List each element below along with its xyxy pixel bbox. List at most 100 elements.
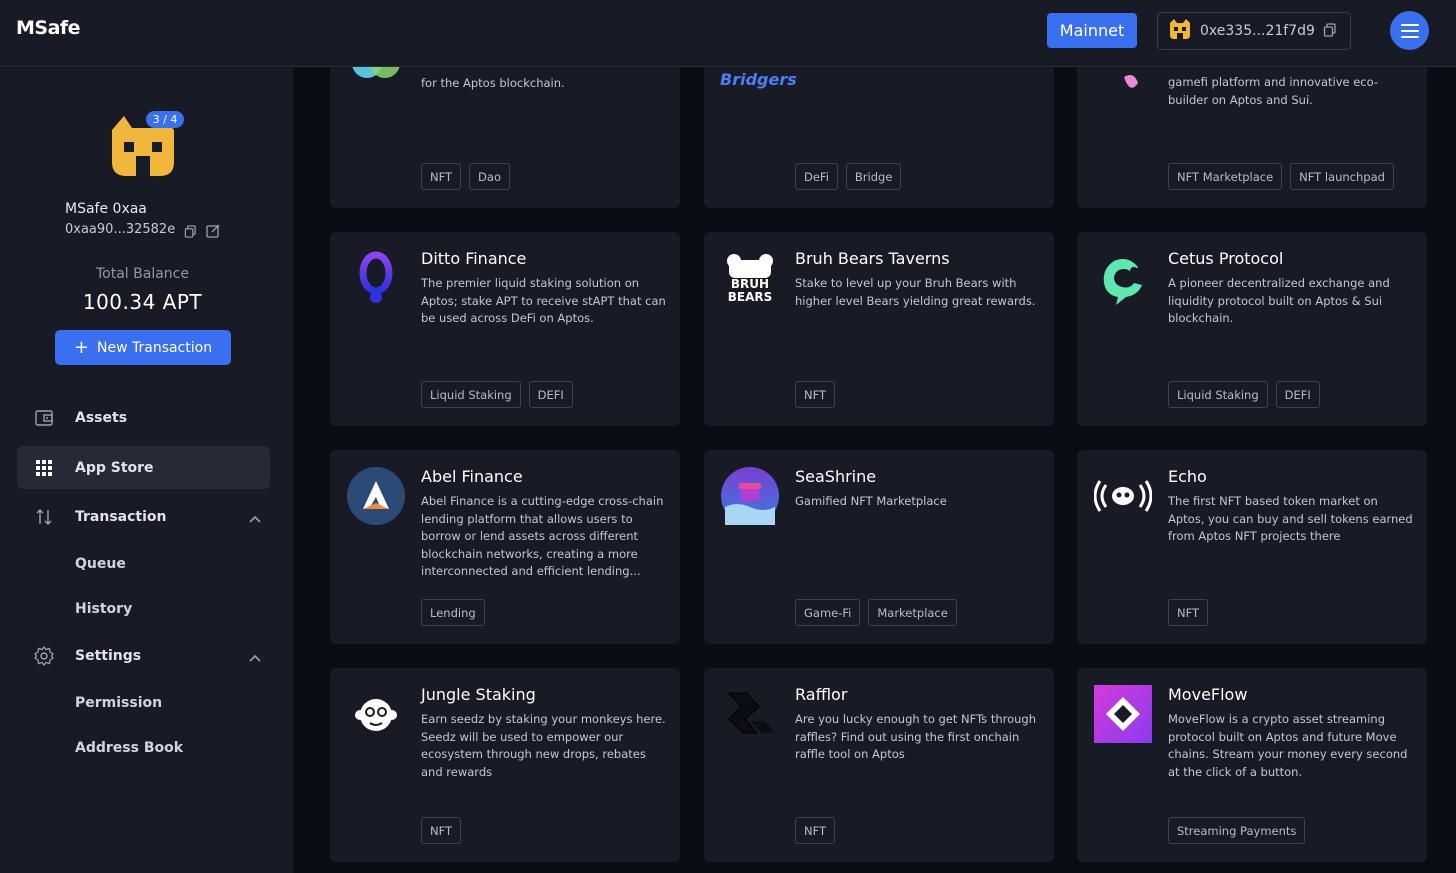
chevron-up-icon[interactable] (248, 509, 262, 528)
app-name: Rafflor (795, 685, 848, 704)
cetus-logo-icon (1094, 249, 1152, 307)
moveflow-logo-icon (1094, 685, 1152, 743)
app-tag: NFT (795, 817, 836, 844)
sidebar-item-app-store[interactable]: App Store (17, 446, 270, 489)
app-tag: DEFI (1275, 381, 1320, 408)
sidebar-item-permission[interactable]: Permission (75, 695, 162, 711)
sidebar-item-label: App Store (75, 459, 154, 476)
app-name: Abel Finance (421, 467, 523, 486)
app-description: gamefi platform and innovative eco-build… (1168, 75, 1379, 107)
echo-logo-icon (1094, 467, 1152, 525)
app-description: Abel Finance is a cutting-edge cross-cha… (421, 494, 664, 578)
app-description: Earn seedz by staking your monkeys here.… (421, 712, 666, 779)
app-tag: Dao (469, 163, 510, 190)
app-tag: NFT launchpad (1290, 163, 1394, 190)
app-description: A pioneer decentralized exchange and liq… (1168, 276, 1390, 325)
sidebar-item-label: Settings (75, 647, 142, 664)
total-balance-label: Total Balance (96, 266, 189, 282)
bruh-bears-logo-icon: BRUH BEARS (721, 249, 779, 307)
app-card[interactable]: Jungle Staking Earn seedz by staking you… (330, 668, 680, 862)
app-grid-icon (34, 458, 54, 478)
ditto-logo-icon (347, 249, 405, 307)
msafe-logo[interactable]: MSafe (16, 17, 81, 39)
app-tag: DeFi (795, 163, 838, 190)
app-name: Echo (1168, 467, 1207, 486)
app-tag: NFT (1168, 599, 1209, 626)
app-tags: Streaming Payments (1168, 817, 1306, 844)
app-card[interactable]: Cetus Protocol A pioneer decentralized e… (1077, 232, 1427, 426)
app-description: MoveFlow is a crypto asset streaming pro… (1168, 712, 1408, 779)
account-address: 0xaa90...32582e (65, 222, 176, 237)
chevron-up-icon[interactable] (248, 648, 262, 667)
signers-badge: 3 / 4 (146, 111, 184, 128)
app-tags: NFT (421, 817, 462, 844)
app-name: Cetus Protocol (1168, 249, 1284, 268)
app-description: Are you lucky enough to get NFTs through… (795, 712, 1037, 761)
app-tag: NFT (421, 817, 462, 844)
app-tag: Marketplace (868, 599, 957, 626)
wallet-icon (34, 408, 54, 428)
app-tags: NFT (1168, 599, 1209, 626)
app-card[interactable]: Echo The first NFT based token market on… (1077, 450, 1427, 644)
new-transaction-label: New Transaction (97, 339, 213, 356)
gear-icon (34, 645, 54, 666)
app-description: Gamified NFT Marketplace (795, 494, 947, 508)
new-transaction-button[interactable]: + New Transaction (55, 330, 231, 365)
total-balance-value: 100.34 APT (82, 290, 203, 314)
app-tag: NFT (795, 381, 836, 408)
app-card[interactable]: Rafflor Are you lucky enough to get NFTs… (704, 668, 1054, 862)
seashrine-logo-icon (721, 467, 779, 525)
sidebar: 3 / 4 MSafe 0xaa 0xaa90...32582e Total B… (0, 68, 293, 873)
app-name: Bruh Bears Taverns (795, 249, 950, 268)
rafflor-logo-icon (721, 685, 779, 743)
app-name: Jungle Staking (421, 685, 536, 704)
plus-icon: + (73, 336, 89, 358)
app-card[interactable]: Ditto Finance The premier liquid staking… (330, 232, 680, 426)
monkey-logo-icon (347, 685, 405, 743)
hamburger-menu-button[interactable] (1390, 11, 1429, 50)
app-name: MoveFlow (1168, 685, 1248, 704)
sidebar-item-address-book[interactable]: Address Book (75, 740, 183, 756)
edit-icon[interactable] (206, 223, 220, 242)
wallet-address-box[interactable]: 0xe335...21f7d9 (1157, 12, 1351, 50)
bridgers-logo: Bridgers (720, 70, 797, 89)
app-tag: DEFI (528, 381, 573, 408)
app-tag: Liquid Staking (421, 381, 521, 408)
app-card[interactable]: SeaShrine Gamified NFT Marketplace Game-… (704, 450, 1054, 644)
app-tag: Liquid Staking (1168, 381, 1268, 408)
app-tag: NFT (421, 163, 462, 190)
app-tags: Liquid Staking DEFI (1168, 381, 1320, 408)
wallet-avatar-icon (1168, 18, 1192, 44)
app-tags: NFT (795, 381, 836, 408)
sidebar-item-queue[interactable]: Queue (75, 556, 126, 572)
app-card[interactable]: Abel Finance Abel Finance is a cutting-e… (330, 450, 680, 644)
app-card[interactable]: MoveFlow MoveFlow is a crypto asset stre… (1077, 668, 1427, 862)
sidebar-item-label: Assets (75, 409, 128, 426)
app-name: SeaShrine (795, 467, 877, 486)
app-description: The premier liquid staking solution on A… (421, 276, 666, 325)
bruh-bears-logo-text: BRUH BEARS (727, 277, 773, 304)
wallet-address: 0xe335...21f7d9 (1200, 23, 1315, 39)
app-description: Stake to level up your Bruh Bears with h… (795, 276, 1036, 308)
network-button[interactable]: Mainnet (1047, 13, 1137, 48)
hamburger-menu-icon (1400, 23, 1419, 38)
app-tags: NFT Dao (421, 163, 510, 190)
sidebar-item-label: Transaction (75, 508, 167, 525)
account-name: MSafe 0xaa (65, 201, 147, 217)
app-tag: NFT Marketplace (1168, 163, 1283, 190)
transfer-arrows-icon (34, 507, 54, 527)
app-tag: Bridge (845, 163, 902, 190)
copy-icon[interactable] (1323, 22, 1337, 41)
app-description: for the Aptos blockchain. (421, 76, 565, 90)
sidebar-item-history[interactable]: History (75, 601, 132, 617)
top-bar: MSafe Mainnet 0xe335...21f7d9 (0, 0, 1456, 67)
sidebar-item-transaction[interactable]: Transaction (17, 495, 270, 538)
sidebar-item-assets[interactable]: Assets (17, 396, 270, 439)
app-tag: Game-Fi (795, 599, 861, 626)
app-tags: NFT (795, 817, 836, 844)
abel-finance-logo-icon (347, 467, 405, 525)
sidebar-item-settings[interactable]: Settings (17, 634, 270, 677)
app-description: The first NFT based token market on Apto… (1168, 494, 1413, 543)
copy-icon[interactable] (184, 223, 197, 242)
app-card[interactable]: BRUH BEARS Bruh Bears Taverns Stake to l… (704, 232, 1054, 426)
